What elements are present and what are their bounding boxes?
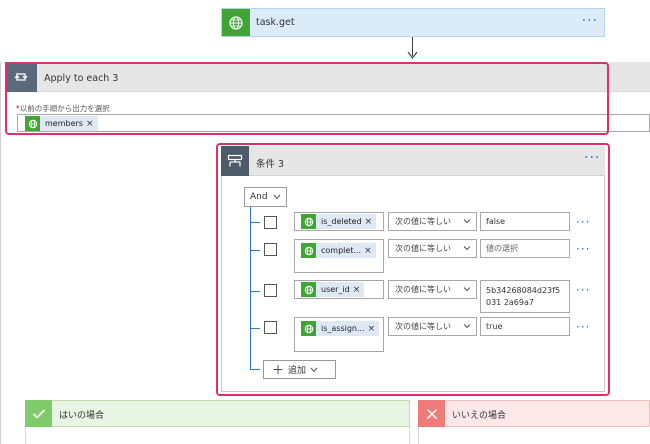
flow-arrow-icon	[407, 51, 418, 59]
connector-globe-icon	[222, 9, 250, 36]
if-no-branch-body	[418, 427, 650, 444]
check-icon	[25, 400, 52, 427]
task-get-card[interactable]: task.get ···	[221, 8, 605, 37]
highlight-condition	[216, 143, 610, 396]
if-yes-label: はいの場合	[59, 411, 105, 421]
task-get-title: task.get	[256, 17, 295, 28]
highlight-apply-to-each	[5, 62, 609, 135]
close-icon	[418, 400, 445, 427]
if-no-label: いいえの場合	[452, 411, 507, 421]
if-yes-branch-body	[25, 427, 410, 444]
task-get-more-icon[interactable]: ···	[582, 14, 598, 28]
